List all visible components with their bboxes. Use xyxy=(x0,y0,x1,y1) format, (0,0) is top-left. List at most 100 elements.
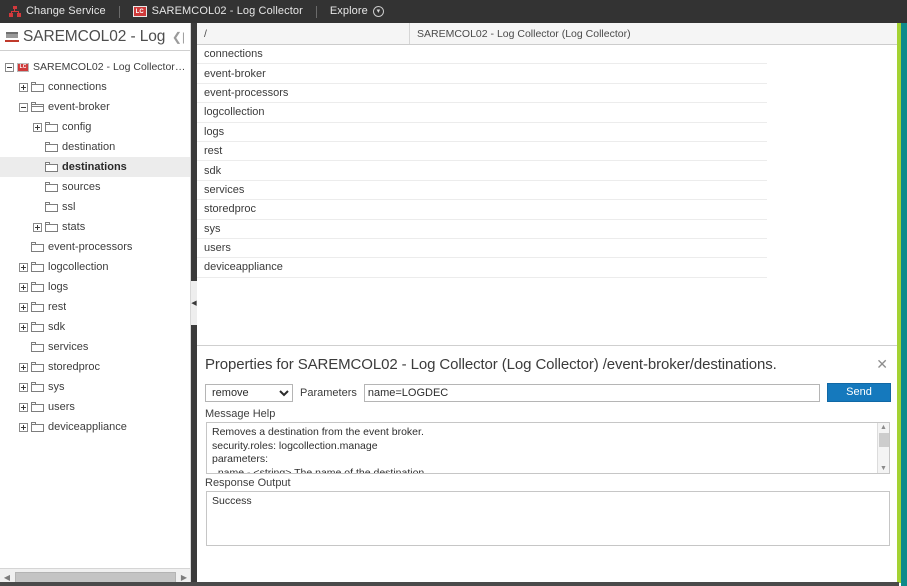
node-list-row[interactable]: sdk xyxy=(197,161,767,181)
tree-item-sdk[interactable]: sdk xyxy=(0,317,190,337)
folder-icon xyxy=(31,322,44,332)
sitemap-icon xyxy=(9,6,21,17)
change-service-label: Change Service xyxy=(26,5,106,17)
node-list-cell-name: sdk xyxy=(204,164,222,177)
node-list-row[interactable]: storedproc xyxy=(197,200,767,220)
folder-icon xyxy=(31,362,44,372)
folder-icon xyxy=(45,202,58,212)
node-list-row[interactable]: logs xyxy=(197,123,767,142)
tree-item-stats[interactable]: stats xyxy=(0,217,190,237)
change-service-button[interactable]: Change Service xyxy=(0,0,115,23)
tree-item-ssl[interactable]: ssl xyxy=(0,197,190,217)
tree-expander-plus-icon[interactable] xyxy=(19,382,28,392)
explore-menu-button[interactable]: Explore ▾ xyxy=(321,0,393,23)
message-help-scrollbar[interactable]: ▲ ▼ xyxy=(877,423,889,473)
folder-icon xyxy=(31,282,44,292)
response-output-box[interactable]: Success xyxy=(206,491,890,546)
tree-expander-plus-icon[interactable] xyxy=(19,362,28,372)
node-list-cell-name: event-broker xyxy=(204,67,266,80)
accent-stripe-teal xyxy=(901,23,907,586)
tree-item-label: destinations xyxy=(62,161,127,173)
node-list-cell-name: sys xyxy=(204,222,221,235)
parameters-label: Parameters xyxy=(300,386,357,399)
scrollbar-thumb[interactable] xyxy=(878,433,889,447)
tree-expander-plus-icon[interactable] xyxy=(33,122,42,132)
folder-icon xyxy=(31,382,44,392)
tree-item-destination[interactable]: destination xyxy=(0,137,190,157)
tree-item-sources[interactable]: sources xyxy=(0,177,190,197)
tree-item-sys[interactable]: sys xyxy=(0,377,190,397)
service-tree-icon xyxy=(5,31,19,43)
sidebar-panel: SAREMCOL02 - Log C... ❮| LC SAREMCOL02 -… xyxy=(0,23,191,586)
folder-icon xyxy=(31,302,44,312)
tree-expander-plus-icon[interactable] xyxy=(19,402,28,412)
tree-item-users[interactable]: users xyxy=(0,397,190,417)
node-list-row[interactable]: deviceappliance xyxy=(197,258,767,278)
close-icon[interactable]: ✕ xyxy=(873,356,891,372)
node-list-cell-name: deviceappliance xyxy=(204,261,283,274)
tree-expander-plus-icon[interactable] xyxy=(19,282,28,292)
tree-expander-plus-icon[interactable] xyxy=(19,82,28,92)
node-list-panel: / SAREMCOL02 - Log Collector (Log Collec… xyxy=(197,23,899,345)
tree-expander-plus-icon[interactable] xyxy=(33,222,42,232)
node-list-cell-name: logcollection xyxy=(204,106,265,119)
node-list-row[interactable]: event-broker xyxy=(197,64,767,84)
tree-item-services[interactable]: services xyxy=(0,337,190,357)
tree-item-config[interactable]: config xyxy=(0,117,190,137)
send-button[interactable]: Send xyxy=(827,383,891,402)
properties-title: Properties for SAREMCOL02 - Log Collecto… xyxy=(205,356,777,373)
log-collector-badge-icon: LC xyxy=(132,6,147,17)
tree-expander-plus-icon[interactable] xyxy=(19,302,28,312)
command-select[interactable]: remove xyxy=(205,383,293,402)
parameters-input[interactable] xyxy=(363,383,820,402)
node-list-row[interactable]: sys xyxy=(197,220,767,239)
tree-item-event-processors[interactable]: event-processors xyxy=(0,237,190,257)
node-list-row[interactable]: users xyxy=(197,239,767,259)
top-navigation-bar: Change Service LC SAREMCOL02 - Log Colle… xyxy=(0,0,907,23)
column-header-path[interactable]: / xyxy=(197,23,410,44)
sidebar-collapse-icon[interactable]: ❮| xyxy=(170,31,187,43)
node-list-row[interactable]: rest xyxy=(197,142,767,162)
tree-expander-minus-icon[interactable] xyxy=(5,62,14,72)
node-list-row[interactable]: logcollection xyxy=(197,103,767,123)
column-header-service[interactable]: SAREMCOL02 - Log Collector (Log Collecto… xyxy=(410,23,899,44)
tree-item-label: config xyxy=(62,121,92,133)
tree-expander-spacer xyxy=(19,343,28,352)
service-tree: LC SAREMCOL02 - Log Collector (LOG_COLLE… xyxy=(0,51,190,563)
sidebar-title: SAREMCOL02 - Log C... xyxy=(23,27,166,45)
tree-item-deviceappliance[interactable]: deviceappliance xyxy=(0,417,190,437)
explore-label: Explore xyxy=(329,5,368,17)
tree-expander-plus-icon[interactable] xyxy=(19,422,28,432)
tree-item-connections[interactable]: connections xyxy=(0,77,190,97)
node-list-header: / SAREMCOL02 - Log Collector (Log Collec… xyxy=(197,23,899,45)
chevron-down-circle-icon[interactable]: ▾ xyxy=(372,6,384,17)
node-list-cell-name: services xyxy=(204,183,245,196)
folder-icon xyxy=(45,142,58,152)
properties-header: Properties for SAREMCOL02 - Log Collecto… xyxy=(197,346,899,379)
node-list-row[interactable]: connections xyxy=(197,45,767,65)
tree-item-label: deviceappliance xyxy=(48,421,127,433)
tree-root-node[interactable]: LC SAREMCOL02 - Log Collector (LOG_COLLE… xyxy=(0,57,190,77)
tree-item-event-broker[interactable]: event-broker xyxy=(0,97,190,117)
node-list-cell-name: storedproc xyxy=(204,203,256,216)
node-list-row[interactable]: event-processors xyxy=(197,84,767,104)
scrollbar-track[interactable] xyxy=(878,431,889,465)
tree-expander-plus-icon[interactable] xyxy=(19,322,28,332)
tree-item-storedproc[interactable]: storedproc xyxy=(0,357,190,377)
node-list-body: connections event-broker event-processors l… xyxy=(197,45,899,278)
node-list-row[interactable]: services xyxy=(197,181,767,201)
scroll-down-arrow-icon[interactable]: ▼ xyxy=(880,465,887,472)
message-help-box: Removes a destination from the event bro… xyxy=(206,422,890,474)
tree-item-destinations[interactable]: destinations xyxy=(0,157,190,177)
tree-item-logs[interactable]: logs xyxy=(0,277,190,297)
tree-expander-plus-icon[interactable] xyxy=(19,262,28,272)
node-list-cell-name: event-processors xyxy=(204,86,289,99)
scroll-up-arrow-icon[interactable]: ▲ xyxy=(880,424,887,431)
tree-item-logcollection[interactable]: logcollection xyxy=(0,257,190,277)
tree-item-label: event-processors xyxy=(48,241,133,253)
message-help-label: Message Help xyxy=(205,408,276,420)
tree-item-rest[interactable]: rest xyxy=(0,297,190,317)
tree-expander-minus-icon[interactable] xyxy=(19,102,28,112)
current-service-button[interactable]: LC SAREMCOL02 - Log Collector xyxy=(124,0,312,23)
tree-expander-spacer xyxy=(33,183,42,192)
